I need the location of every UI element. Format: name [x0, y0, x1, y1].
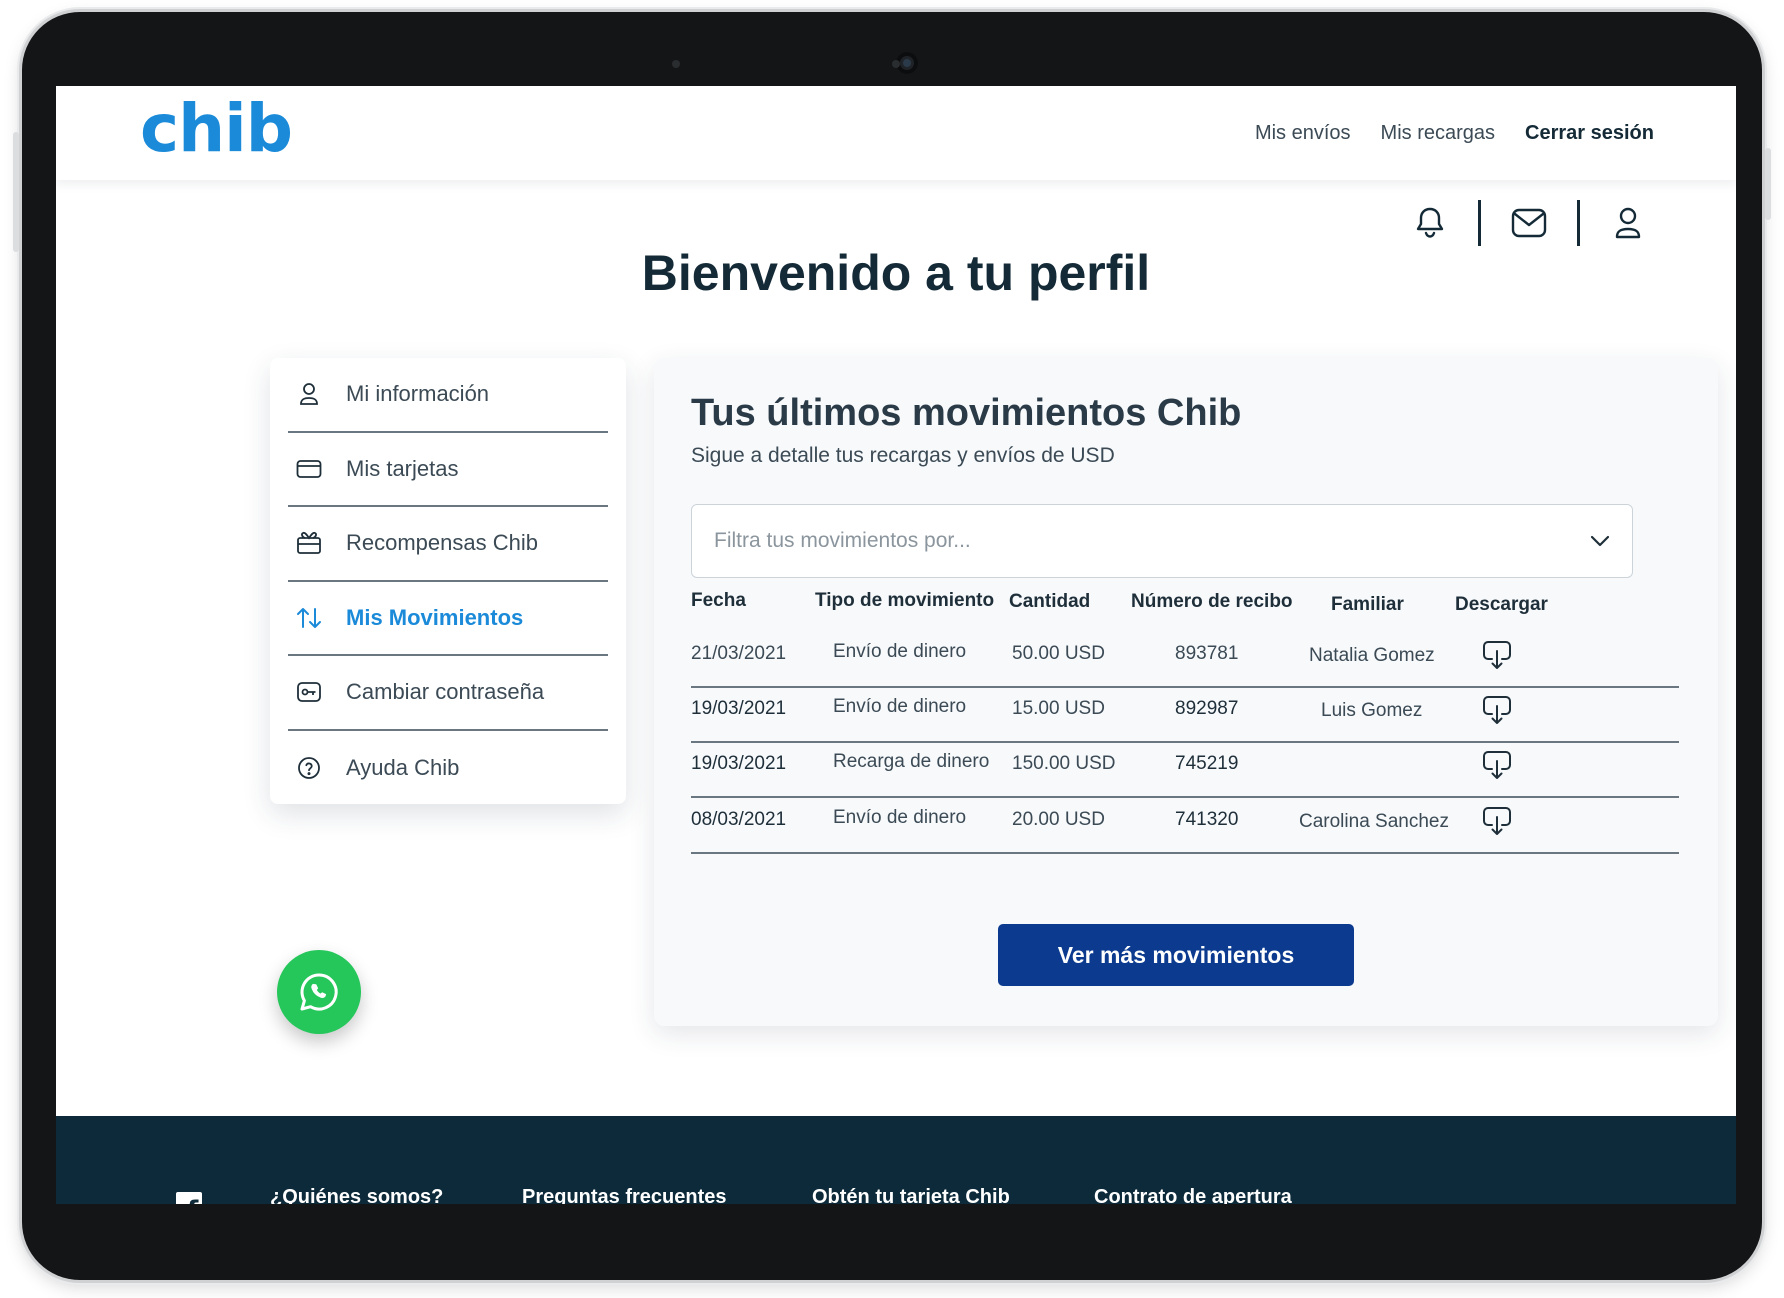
movements-card: Tus últimos movimientos Chib Sigue a det…: [654, 358, 1718, 1026]
column-header: Cantidad: [1009, 591, 1091, 612]
menu-label: Recompensas Chib: [346, 530, 538, 556]
column-header: Familiar: [1331, 594, 1404, 615]
gift-icon: [292, 526, 326, 560]
cell-recibo: 741320: [1175, 809, 1239, 830]
cell-tipo: Envío de dinero: [833, 696, 967, 717]
card-title: Tus últimos movimientos Chib: [691, 392, 1242, 434]
footer-link-contrato[interactable]: Contrato de apertura: [1094, 1186, 1292, 1204]
facebook-icon[interactable]: f: [176, 1192, 202, 1204]
mail-icon[interactable]: [1507, 201, 1551, 245]
cell-fecha: 19/03/2021: [691, 753, 787, 774]
nav-mis-recargas[interactable]: Mis recargas: [1381, 122, 1495, 145]
filter-placeholder: Filtra tus movimientos por...: [714, 529, 971, 552]
arrows-updown-icon: [292, 601, 326, 635]
cell-familiar: Carolina Sanchez: [1299, 811, 1449, 832]
key-icon: [292, 675, 326, 709]
menu-label: Cambiar contraseña: [346, 679, 545, 705]
menu-label: Mis tarjetas: [346, 455, 459, 481]
footer-link-preguntas[interactable]: Preguntas frecuentes: [522, 1186, 727, 1204]
user-icon: [292, 377, 326, 411]
cell-cantidad: 50.00 USD: [1012, 643, 1105, 664]
table-row: 08/03/2021 Envío de dinero 20.00 USD 741…: [691, 791, 1679, 854]
menu-label: Mi información: [346, 381, 490, 407]
cell-familiar: Luis Gomez: [1321, 700, 1423, 721]
column-header: Descargar: [1455, 594, 1548, 615]
footer-link-quienes-somos[interactable]: ¿Quiénes somos?: [270, 1186, 443, 1204]
profile-side-menu: Mi información Mis tarjetas Recompensas …: [270, 358, 626, 804]
cell-fecha: 21/03/2021: [691, 643, 787, 664]
download-icon[interactable]: [1481, 805, 1513, 837]
help-icon: [292, 751, 326, 785]
menu-item-cambiar-contrasena[interactable]: Cambiar contraseña: [288, 656, 608, 731]
nav-mis-envios[interactable]: Mis envíos: [1255, 122, 1351, 145]
chevron-down-icon: [1590, 535, 1610, 547]
table-row: 19/03/2021 Recarga de dinero 150.00 USD …: [691, 735, 1679, 798]
tablet-sensor: [892, 60, 900, 68]
cell-fecha: 08/03/2021: [691, 809, 787, 830]
menu-item-mi-informacion[interactable]: Mi información: [288, 358, 608, 433]
user-icon[interactable]: [1606, 201, 1650, 245]
column-header: Fecha: [691, 590, 746, 611]
column-header: Tipo de movimiento: [815, 590, 995, 611]
menu-label: Mis Movimientos: [346, 604, 524, 630]
whatsapp-icon: [300, 973, 338, 1011]
footer: f ¿Quiénes somos? Preguntas frecuentes O…: [56, 1116, 1736, 1204]
tablet-side-button: [13, 132, 19, 252]
footer-link-tarjeta[interactable]: Obtén tu tarjeta Chib: [812, 1186, 1010, 1204]
top-nav-links: Mis envíos Mis recargas Cerrar sesión: [1255, 122, 1654, 145]
top-navbar: chib Mis envíos Mis recargas Cerrar sesi…: [56, 86, 1736, 180]
download-icon[interactable]: [1481, 694, 1513, 726]
chib-logo[interactable]: chib: [140, 90, 293, 167]
whatsapp-button[interactable]: [277, 950, 361, 1034]
menu-item-mis-tarjetas[interactable]: Mis tarjetas: [288, 433, 608, 507]
cell-cantidad: 15.00 USD: [1012, 698, 1105, 719]
icon-divider: [1478, 200, 1481, 246]
bell-icon[interactable]: [1408, 201, 1452, 245]
menu-label: Ayuda Chib: [346, 754, 460, 780]
cell-tipo: Envío de dinero: [833, 641, 967, 662]
cell-cantidad: 150.00 USD: [1012, 753, 1116, 774]
card-subtitle: Sigue a detalle tus recargas y envíos de…: [691, 444, 1115, 467]
cell-familiar: Natalia Gomez: [1309, 645, 1435, 666]
menu-item-ayuda[interactable]: Ayuda Chib: [288, 731, 608, 806]
cell-recibo: 745219: [1175, 753, 1239, 774]
cell-tipo: Recarga de dinero: [833, 751, 990, 772]
ver-mas-movimientos-button[interactable]: Ver más movimientos: [998, 924, 1354, 986]
cell-recibo: 893781: [1175, 643, 1239, 664]
card-icon: [292, 452, 326, 486]
table-row: 21/03/2021 Envío de dinero 50.00 USD 893…: [691, 625, 1679, 688]
cell-tipo: Envío de dinero: [833, 807, 967, 828]
menu-item-mis-movimientos[interactable]: Mis Movimientos: [288, 582, 608, 656]
app-screen: chib Mis envíos Mis recargas Cerrar sesi…: [56, 86, 1736, 1204]
user-actions: [1408, 198, 1650, 248]
cell-fecha: 19/03/2021: [691, 698, 787, 719]
page-title: Bienvenido a tu perfil: [641, 245, 1151, 301]
menu-item-recompensas[interactable]: Recompensas Chib: [288, 507, 608, 582]
download-icon[interactable]: [1481, 639, 1513, 671]
cell-cantidad: 20.00 USD: [1012, 809, 1105, 830]
tablet-side-button: [1765, 148, 1771, 220]
icon-divider: [1577, 200, 1580, 246]
cell-recibo: 892987: [1175, 698, 1239, 719]
logout-link[interactable]: Cerrar sesión: [1525, 122, 1654, 145]
column-header: Número de recibo: [1131, 591, 1293, 612]
movements-filter-select[interactable]: Filtra tus movimientos por...: [691, 504, 1633, 578]
download-icon[interactable]: [1481, 749, 1513, 781]
tablet-sensor: [672, 60, 680, 68]
table-row: 19/03/2021 Envío de dinero 15.00 USD 892…: [691, 680, 1679, 743]
